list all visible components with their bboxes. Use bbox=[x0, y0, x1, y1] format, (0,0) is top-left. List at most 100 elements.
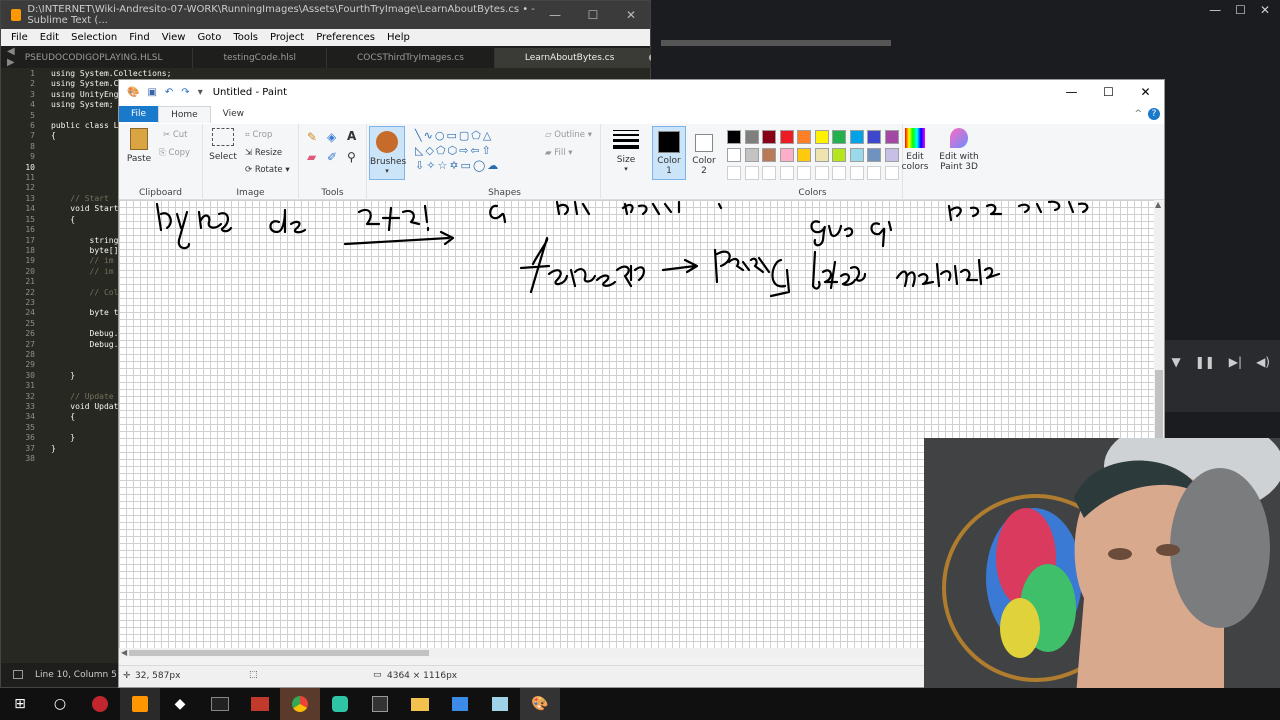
search-button[interactable]: ○ bbox=[40, 688, 80, 720]
palette-swatch[interactable] bbox=[797, 130, 811, 144]
rounded-rect-icon[interactable]: ▢ bbox=[459, 129, 471, 142]
arrow-down-icon[interactable]: ⇩ bbox=[415, 159, 426, 172]
taskbar-explorer[interactable] bbox=[400, 688, 440, 720]
arrow-right-icon[interactable]: ⇨ bbox=[459, 144, 470, 157]
edit-colors-button[interactable]: Edit colors bbox=[897, 128, 933, 172]
cloud-icon[interactable]: ☁ bbox=[487, 159, 500, 172]
tab-pseudocodigo[interactable]: PSEUDOCODIGOPLAYING.HLSL bbox=[15, 48, 194, 68]
palette-swatch[interactable] bbox=[744, 130, 759, 144]
menu-view[interactable]: View bbox=[156, 32, 192, 43]
close-icon[interactable]: ✕ bbox=[612, 8, 650, 22]
palette-swatch[interactable] bbox=[779, 130, 794, 144]
undo-icon[interactable]: ↶ bbox=[165, 87, 173, 98]
quick-access-dropdown-icon[interactable]: ▾ bbox=[198, 87, 203, 98]
copy-button[interactable]: ⎘ Copy bbox=[159, 148, 190, 158]
palette-swatch[interactable] bbox=[744, 148, 759, 162]
triangle-icon[interactable]: △ bbox=[483, 129, 493, 142]
volume-icon[interactable]: ◀) bbox=[1256, 355, 1270, 369]
color2-button[interactable]: Color 2 bbox=[687, 126, 721, 180]
taskbar-terminal[interactable] bbox=[200, 688, 240, 720]
palette-swatch[interactable] bbox=[779, 148, 794, 162]
start-button[interactable]: ⊞ bbox=[0, 688, 40, 720]
palette-swatch[interactable] bbox=[849, 148, 864, 162]
fill-icon[interactable]: ◈ bbox=[327, 130, 336, 144]
maximize-icon[interactable]: ☐ bbox=[574, 8, 612, 22]
custom-color-swatch[interactable] bbox=[832, 166, 846, 180]
color1-button[interactable]: Color 1 bbox=[652, 126, 686, 180]
scroll-up-icon[interactable]: ▲ bbox=[1155, 200, 1161, 209]
arrow-up-icon[interactable]: ⇧ bbox=[482, 144, 493, 157]
tab-scroll-arrows-icon[interactable]: ◀ ▶ bbox=[1, 46, 15, 68]
hexagon-icon[interactable]: ⬡ bbox=[448, 144, 460, 157]
polygon-icon[interactable]: ⬠ bbox=[471, 129, 483, 142]
shapes-gallery[interactable]: ╲∿○▭▢⬠△ ◺◇⬠⬡⇨⇦⇧ ⇩✧☆✡▭◯☁ bbox=[415, 128, 537, 174]
callout-oval-icon[interactable]: ◯ bbox=[473, 159, 487, 172]
paste-button[interactable]: Paste bbox=[125, 128, 153, 164]
tab-testing-code[interactable]: testingCode.hlsl bbox=[193, 48, 327, 68]
collapse-ribbon-icon[interactable]: ^ bbox=[1134, 109, 1142, 119]
maximize-icon[interactable]: ☐ bbox=[1235, 3, 1246, 17]
help-icon[interactable]: ? bbox=[1148, 108, 1160, 120]
pencil-icon[interactable]: ✎ bbox=[307, 130, 317, 144]
palette-swatch[interactable] bbox=[814, 130, 829, 144]
palette-swatch[interactable] bbox=[814, 148, 829, 162]
pentagon-icon[interactable]: ⬠ bbox=[436, 144, 448, 157]
next-icon[interactable]: ▶| bbox=[1229, 355, 1242, 369]
close-icon[interactable]: ✕ bbox=[1127, 85, 1164, 99]
menu-help[interactable]: Help bbox=[381, 32, 416, 43]
oval-shape-icon[interactable]: ○ bbox=[435, 129, 447, 142]
eraser-icon[interactable]: ▰ bbox=[307, 150, 316, 164]
palette-swatch[interactable] bbox=[727, 130, 741, 144]
palette-swatch[interactable] bbox=[832, 130, 846, 144]
taskbar-app-1[interactable] bbox=[80, 688, 120, 720]
taskbar-chrome[interactable] bbox=[280, 688, 320, 720]
scroll-thumb[interactable] bbox=[1155, 370, 1163, 440]
code-editor[interactable]: 1 2 3 4 5 6 7 8 9 10 11 12 13 14 15 16 17 18 19 20 21 22 23 24 2… bbox=[1, 69, 171, 663]
minimize-icon[interactable]: — bbox=[1053, 85, 1090, 99]
curve-shape-icon[interactable]: ∿ bbox=[424, 129, 435, 142]
menu-preferences[interactable]: Preferences bbox=[310, 32, 381, 43]
custom-color-swatch[interactable] bbox=[744, 166, 759, 180]
custom-color-swatch[interactable] bbox=[797, 166, 811, 180]
line-shape-icon[interactable]: ╲ bbox=[415, 129, 424, 142]
brushes-button[interactable]: Brushes ▾ bbox=[369, 126, 406, 180]
palette-swatch[interactable] bbox=[867, 130, 881, 144]
fill-button[interactable]: ▰ Fill ▾ bbox=[545, 148, 573, 158]
menu-goto[interactable]: Goto bbox=[191, 32, 227, 43]
tab-home[interactable]: Home bbox=[158, 105, 211, 123]
select-button[interactable]: Select bbox=[207, 128, 239, 162]
star6-icon[interactable]: ✡ bbox=[449, 159, 460, 172]
diamond-icon[interactable]: ◇ bbox=[425, 144, 435, 157]
tab-file[interactable]: File bbox=[119, 106, 159, 122]
taskbar-vs[interactable] bbox=[360, 688, 400, 720]
size-button[interactable]: Size ▾ bbox=[609, 128, 643, 173]
redo-icon[interactable]: ↷ bbox=[181, 87, 189, 98]
palette-swatch[interactable] bbox=[832, 148, 846, 162]
star4-icon[interactable]: ✧ bbox=[426, 159, 437, 172]
menu-tools[interactable]: Tools bbox=[227, 32, 264, 43]
taskbar-unity[interactable]: ◆ bbox=[160, 688, 200, 720]
palette-swatch[interactable] bbox=[762, 148, 776, 162]
taskbar-app-7[interactable] bbox=[320, 688, 360, 720]
crop-button[interactable]: ⌗ Crop bbox=[245, 130, 272, 140]
taskbar-app-10[interactable] bbox=[480, 688, 520, 720]
rotate-button[interactable]: ⟳ Rotate ▾ bbox=[245, 165, 290, 175]
scroll-thumb[interactable] bbox=[129, 650, 429, 656]
custom-color-swatch[interactable] bbox=[779, 166, 794, 180]
tab-view[interactable]: View bbox=[211, 106, 256, 122]
taskbar-photos[interactable] bbox=[440, 688, 480, 720]
cut-button[interactable]: ✂ Cut bbox=[163, 130, 187, 140]
minimize-icon[interactable]: — bbox=[1209, 3, 1221, 17]
color-picker-icon[interactable]: ✐ bbox=[327, 150, 337, 164]
close-icon[interactable]: ✕ bbox=[1260, 3, 1270, 17]
rectangle-shape-icon[interactable]: ▭ bbox=[446, 129, 458, 142]
star5-icon[interactable]: ☆ bbox=[437, 159, 449, 172]
taskbar-voicemeeter[interactable] bbox=[240, 688, 280, 720]
text-icon[interactable]: A bbox=[347, 129, 356, 143]
resize-button[interactable]: ⇲ Resize bbox=[245, 148, 282, 158]
palette-swatch[interactable] bbox=[849, 130, 864, 144]
right-triangle-icon[interactable]: ◺ bbox=[415, 144, 425, 157]
custom-color-swatch[interactable] bbox=[849, 166, 864, 180]
outline-button[interactable]: ▱ Outline ▾ bbox=[545, 130, 592, 140]
maximize-icon[interactable]: ☐ bbox=[1090, 85, 1127, 99]
